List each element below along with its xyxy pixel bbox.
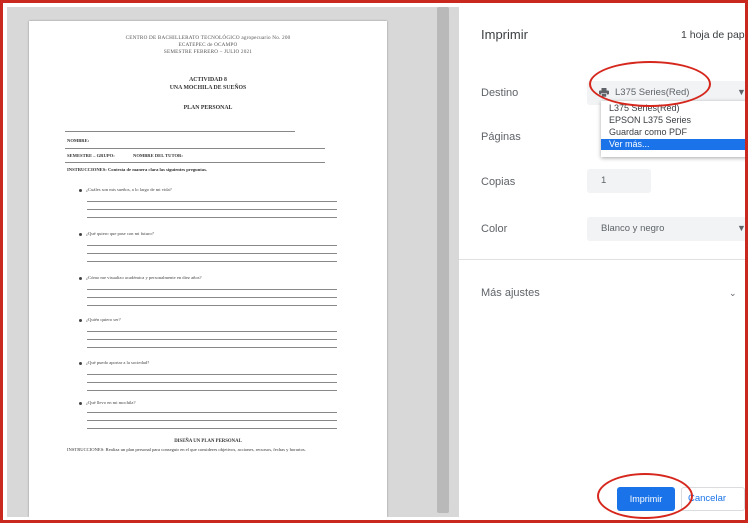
semester-field: SEMESTRE – GRUPO: xyxy=(67,153,115,158)
print-preview: CENTRO DE BACHILLERATO TECNOLÓGICO agrop… xyxy=(7,7,459,517)
answer-line xyxy=(87,289,337,290)
dropdown-option-more[interactable]: Ver más... xyxy=(601,139,745,150)
printer-icon xyxy=(599,88,609,97)
chevron-down-icon: ▼ xyxy=(737,223,746,233)
answer-line xyxy=(87,347,337,348)
scrollbar-thumb[interactable] xyxy=(437,7,449,513)
more-settings-toggle[interactable]: Más ajustes xyxy=(481,287,540,299)
chevron-down-icon: ⌄ xyxy=(729,288,737,298)
answer-line xyxy=(87,201,337,202)
divider-line xyxy=(65,148,325,149)
doc-instructions: INSTRUCCIONES: Contesta de manera clara … xyxy=(67,167,208,172)
dropdown-option[interactable]: Guardar como PDF xyxy=(601,127,745,138)
dropdown-option[interactable]: L375 Series(Red) xyxy=(601,103,745,114)
plan-instructions: INSTRUCCIONES: Realiza un plan personal … xyxy=(67,447,306,452)
bullet xyxy=(79,362,82,365)
plan-title: DISEÑA UN PLAN PERSONAL xyxy=(174,439,242,444)
answer-line xyxy=(87,305,337,306)
color-label: Color xyxy=(481,223,508,235)
question: ¿Quién quiero ser? xyxy=(86,317,121,322)
answer-line xyxy=(87,428,337,429)
answer-line xyxy=(87,374,337,375)
cancel-button[interactable]: Cancelar xyxy=(681,487,745,511)
answer-line xyxy=(87,339,337,340)
settings-panel: Imprimir 1 hoja de papel Destino L375 Se… xyxy=(459,7,745,517)
copies-input[interactable]: 1 xyxy=(587,169,651,193)
answer-line xyxy=(87,382,337,383)
question: ¿Cuáles son mis sueños, a lo largo de mi… xyxy=(86,187,172,192)
answer-line xyxy=(87,253,337,254)
sheet-count: 1 hoja de papel xyxy=(681,29,748,41)
question: ¿Qué quiero que pase con mi futuro? xyxy=(86,231,154,236)
doc-header-line: SEMESTRE FEBRERO – JULIO 2021 xyxy=(163,49,253,55)
divider-line xyxy=(65,131,295,132)
tutor-field: NOMBRE DEL TUTOR: xyxy=(133,153,183,158)
doc-title: ACTIVIDAD 8 xyxy=(189,77,227,83)
question: ¿Qué puedo aportar a la sociedad? xyxy=(86,360,150,365)
answer-line xyxy=(87,390,337,391)
answer-line xyxy=(87,217,337,218)
answer-line xyxy=(87,412,337,413)
bullet xyxy=(79,277,82,280)
color-select[interactable]: Blanco y negro ▼ xyxy=(587,217,746,241)
doc-title: UNA MOCHILA DE SUEÑOS xyxy=(169,85,247,91)
bullet xyxy=(79,233,82,236)
question: ¿Qué llevo en mi mochila? xyxy=(86,400,136,405)
destination-value: L375 Series(Red) xyxy=(615,87,690,98)
answer-line xyxy=(87,297,337,298)
doc-header-line: CENTRO DE BACHILLERATO TECNOLÓGICO agrop… xyxy=(125,35,291,41)
answer-line xyxy=(87,261,337,262)
name-field: NOMBRE: xyxy=(67,138,90,143)
divider xyxy=(459,259,745,260)
print-dialog: CENTRO DE BACHILLERATO TECNOLÓGICO agrop… xyxy=(0,0,748,523)
question: ¿Cómo me visualizo académica y personalm… xyxy=(86,275,202,280)
answer-line xyxy=(87,331,337,332)
answer-line xyxy=(87,209,337,210)
print-button[interactable]: Imprimir xyxy=(617,487,675,511)
doc-header-line: ECATEPEC de OCAMPO xyxy=(178,42,238,48)
answer-line xyxy=(87,245,337,246)
dropdown-option[interactable]: EPSON L375 Series xyxy=(601,115,745,126)
bullet xyxy=(79,319,82,322)
dialog-title: Imprimir xyxy=(481,27,528,42)
divider-line xyxy=(65,162,325,163)
bullet xyxy=(79,402,82,405)
document-page: CENTRO DE BACHILLERATO TECNOLÓGICO agrop… xyxy=(29,21,387,517)
destination-dropdown: L375 Series(Red) EPSON L375 Series Guard… xyxy=(601,101,745,157)
bullet xyxy=(79,189,82,192)
preview-scrollbar[interactable] xyxy=(431,7,455,517)
pages-label: Páginas xyxy=(481,131,521,143)
doc-title: PLAN PERSONAL xyxy=(183,105,233,111)
answer-line xyxy=(87,420,337,421)
destination-label: Destino xyxy=(481,87,519,99)
copies-label: Copias xyxy=(481,176,516,188)
copies-value: 1 xyxy=(601,175,607,186)
color-value: Blanco y negro xyxy=(601,223,665,234)
chevron-down-icon: ▼ xyxy=(737,87,746,97)
